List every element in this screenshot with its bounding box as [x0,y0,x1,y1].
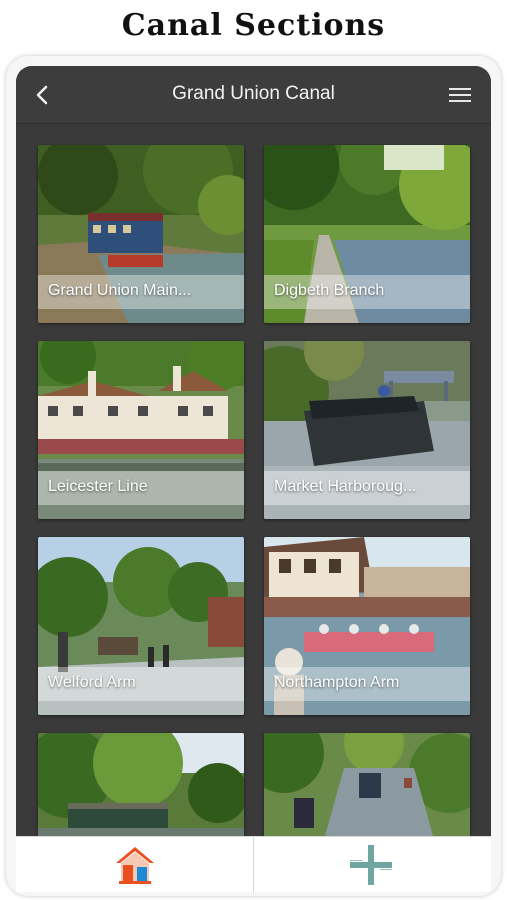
appbar-title: Grand Union Canal [172,83,335,104]
chevron-left-icon [36,85,48,105]
section-tile-welford-arm[interactable]: Welford Arm [38,537,244,715]
section-label: Digbeth Branch [264,275,470,309]
menu-button[interactable] [447,83,473,107]
add-plus-icon [350,845,392,885]
section-tile-grand-union-main[interactable]: Grand Union Main... [38,145,244,323]
section-tile-7[interactable] [38,733,244,836]
canal-willow-boats-photo [38,733,244,836]
section-tile-northampton-arm[interactable]: Northampton Arm [264,537,470,715]
section-label: Market Harboroug... [264,471,470,505]
back-button[interactable] [28,80,58,110]
bottom-nav [16,836,491,893]
section-label: Welford Arm [38,667,244,701]
app-bar: Grand Union Canal [16,66,491,124]
section-label: Leicester Line [38,471,244,505]
section-label: Grand Union Main... [38,275,244,309]
nav-divider [253,837,254,893]
app-screen: Grand Union Canal Grand Union Main... Di… [16,66,491,836]
add-button[interactable] [346,843,396,887]
section-tile-digbeth-branch[interactable]: Digbeth Branch [264,145,470,323]
section-tile-market-harborough[interactable]: Market Harboroug... [264,341,470,519]
sections-grid: Grand Union Main... Digbeth Branch Leice… [16,124,491,836]
home-button[interactable] [111,843,159,887]
home-icon [116,847,154,884]
section-tile-8[interactable] [264,733,470,836]
section-label: Northampton Arm [264,667,470,701]
section-tile-leicester-line[interactable]: Leicester Line [38,341,244,519]
canal-river-boats-photo [264,733,470,836]
page-title: Canal Sections [121,8,386,43]
phone-frame: Grand Union Canal Grand Union Main... Di… [6,56,501,896]
hamburger-menu-icon [449,88,471,102]
